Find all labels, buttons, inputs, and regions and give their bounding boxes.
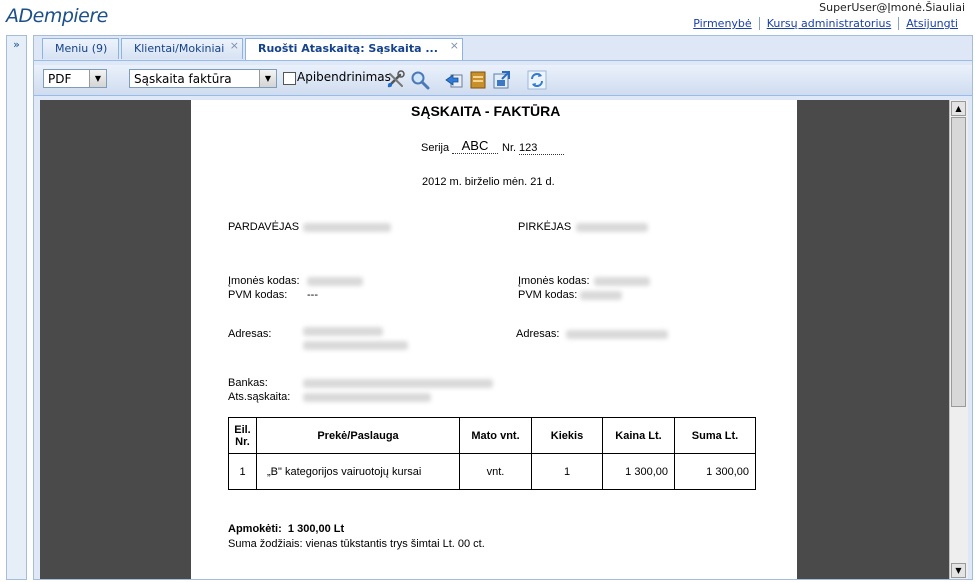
chevron-down-icon[interactable]: ▼: [259, 70, 276, 87]
invoice-page: SĄSKAITA - FAKTŪRA Serija ABC Nr. 123 20…: [191, 100, 797, 579]
nr-value: 123: [519, 142, 564, 155]
course-admin-link[interactable]: Kursų administratorius: [758, 17, 899, 30]
preferences-link[interactable]: Pirmenybė: [686, 17, 759, 30]
col-header-qty: Kiekis: [531, 417, 603, 454]
report-select-value: Sąskaita faktūra: [134, 72, 232, 86]
report-viewer[interactable]: SĄSKAITA - FAKTŪRA Serija ABC Nr. 123 20…: [40, 100, 949, 579]
buyer-company-code-redacted: [594, 277, 650, 286]
cell-item: „B" kategorijos vairuotojų kursai: [256, 453, 460, 490]
tab-report-label: Ruošti Ataskaitą: Sąskaita ...: [258, 42, 438, 55]
scroll-down-icon[interactable]: ▼: [951, 563, 966, 578]
buyer-name-redacted: [576, 223, 648, 232]
seller-company-code-label: Įmonės kodas:: [228, 275, 300, 287]
cell-no: 1: [228, 453, 257, 490]
expand-panel-icon[interactable]: »: [9, 38, 24, 52]
scroll-thumb[interactable]: [951, 117, 966, 407]
seller-vat-label: PVM kodas:: [228, 289, 288, 301]
seller-address-redacted-2: [303, 341, 408, 350]
total-line: Apmokėti: 1 300,00 Lt: [228, 523, 344, 535]
archive-icon[interactable]: [468, 70, 488, 90]
serija-label: Serija: [421, 142, 450, 154]
tab-report[interactable]: Ruošti Ataskaitą: Sąskaita ... ×: [245, 38, 463, 60]
report-toolbar: PDF ▼ Sąskaita faktūra ▼ Apibendrinimas: [34, 65, 972, 96]
buyer-company-code-label: Įmonės kodas:: [518, 275, 590, 287]
amount-in-words: Suma žodžiais: vienas tūkstantis trys ši…: [228, 538, 485, 550]
seller-name-redacted: [303, 223, 391, 232]
seller-address-redacted: [303, 327, 383, 336]
total-value: 1 300,00 Lt: [287, 523, 345, 535]
col-header-no: Eil. Nr.: [228, 417, 257, 454]
cell-price: 1 300,00: [602, 453, 675, 490]
main-panel: Meniu (9) Klientai/Mokiniai × Ruošti Ata…: [33, 35, 973, 580]
buyer-address-label: Adresas:: [516, 328, 560, 340]
format-select-value: PDF: [48, 72, 72, 86]
col-header-unit: Mato vnt.: [459, 417, 532, 454]
chevron-down-icon[interactable]: ▼: [89, 70, 106, 87]
app-header: ADempiere SuperUser@Įmonė.Šiauliai Pirme…: [0, 0, 975, 34]
tab-clients-label: Klientai/Mokiniai: [134, 42, 225, 55]
items-table: Eil. Nr. Prekė/Paslauga Mato vnt. Kiekis…: [228, 417, 756, 490]
header-links: Pirmenybė Kursų administratorius Atsijungt…: [686, 17, 965, 30]
west-panel-collapsed: »: [6, 35, 27, 580]
buyer-vat-label: PVM kodas:: [518, 289, 578, 301]
tab-strip: Meniu (9) Klientai/Mokiniai × Ruošti Ata…: [34, 36, 972, 61]
account-label: Ats.sąskaita:: [228, 391, 291, 403]
report-select[interactable]: Sąskaita faktūra ▼: [129, 69, 277, 88]
vertical-scrollbar[interactable]: ▲ ▼: [949, 100, 968, 579]
cell-qty: 1: [531, 453, 603, 490]
col-header-sum: Suma Lt.: [674, 417, 756, 454]
summary-label: Apibendrinimas: [297, 70, 391, 84]
customize-icon[interactable]: [386, 70, 406, 90]
bank-redacted: [303, 379, 493, 388]
account-redacted: [303, 393, 431, 402]
scroll-up-icon[interactable]: ▲: [951, 101, 966, 116]
close-tab-icon[interactable]: ×: [450, 36, 459, 56]
col-header-price: Kaina Lt.: [602, 417, 675, 454]
zoom-icon[interactable]: [410, 70, 430, 90]
buyer-address-redacted: [566, 330, 668, 339]
logout-link[interactable]: Atsijungti: [898, 17, 965, 30]
refresh-icon[interactable]: [527, 70, 547, 90]
summary-checkbox[interactable]: [283, 72, 296, 85]
cell-unit: vnt.: [459, 453, 532, 490]
seller-vat-value: ---: [307, 289, 318, 301]
format-select[interactable]: PDF ▼: [43, 69, 107, 88]
seller-address-label: Adresas:: [228, 328, 272, 340]
cell-sum: 1 300,00: [674, 453, 756, 490]
tab-clients[interactable]: Klientai/Mokiniai ×: [121, 38, 243, 59]
col-header-item: Prekė/Paslauga: [256, 417, 460, 454]
buyer-vat-redacted: [580, 291, 622, 300]
seller-label: PARDAVĖJAS: [228, 221, 300, 233]
close-tab-icon[interactable]: ×: [230, 36, 239, 56]
bank-label: Bankas:: [228, 377, 268, 389]
invoice-date: 2012 m. birželio mėn. 21 d.: [422, 176, 555, 188]
table-row: 1 „B" kategorijos vairuotojų kursai vnt.…: [228, 453, 756, 490]
back-icon[interactable]: [444, 70, 464, 90]
tab-menu[interactable]: Meniu (9): [42, 38, 119, 59]
tab-menu-label: Meniu (9): [55, 42, 108, 55]
export-icon[interactable]: [492, 70, 512, 90]
serija-value: ABC: [452, 138, 498, 154]
table-header-row: Eil. Nr. Prekė/Paslauga Mato vnt. Kiekis…: [228, 417, 756, 454]
invoice-title: SĄSKAITA - FAKTŪRA: [411, 103, 561, 119]
current-user: SuperUser@Įmonė.Šiauliai: [819, 1, 965, 14]
total-label: Apmokėti:: [228, 523, 282, 535]
buyer-label: PIRKĖJAS: [518, 221, 572, 233]
seller-company-code-redacted: [307, 277, 363, 286]
app-logo: ADempiere: [6, 5, 108, 27]
nr-label: Nr.: [502, 142, 517, 154]
